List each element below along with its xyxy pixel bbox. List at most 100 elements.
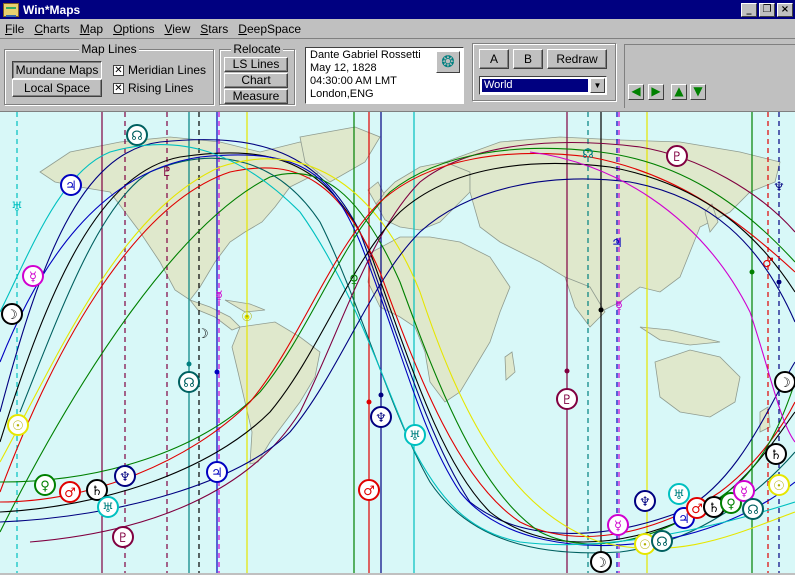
svg-text:♃: ♃ xyxy=(65,179,77,194)
rising-check-mark: ✕ xyxy=(113,82,124,94)
chart-a-button[interactable]: A xyxy=(479,49,509,69)
relocate-title: Relocate xyxy=(231,42,283,56)
menu-charts-label: harts xyxy=(43,21,70,36)
measure-button[interactable]: Measure xyxy=(224,89,288,104)
svg-text:☉: ☉ xyxy=(773,479,785,494)
meridian-lines-checkbox[interactable]: ✕ Meridian Lines xyxy=(113,63,206,77)
menu-file[interactable]: File xyxy=(0,22,29,36)
ls-lines-button[interactable]: LS Lines xyxy=(224,57,288,72)
pluto-mc-glyph: ♇ xyxy=(161,165,173,180)
svg-text:☊: ☊ xyxy=(747,503,759,518)
venus-mc-glyph: ♀ xyxy=(349,273,359,288)
menu-options-label: ptions xyxy=(122,21,155,36)
restore-button[interactable]: ❐ xyxy=(759,2,775,17)
node-marker-3[interactable]: ☊ xyxy=(742,498,764,520)
pan-down-icon[interactable]: ▼ xyxy=(690,84,706,100)
menu-bar: File Charts Map Options View Stars DeepS… xyxy=(0,19,795,38)
mundane-maps-button[interactable]: Mundane Maps xyxy=(12,61,102,79)
svg-text:♄: ♄ xyxy=(770,448,782,463)
minimize-button[interactable]: _ xyxy=(741,2,757,17)
svg-text:♂: ♂ xyxy=(691,502,703,517)
menu-view-label: iew xyxy=(172,21,191,36)
node-marker-2[interactable]: ☊ xyxy=(178,371,200,393)
svg-text:☉: ☉ xyxy=(639,538,651,553)
saturn-marker[interactable]: ♄ xyxy=(765,443,787,465)
svg-text:♇: ♇ xyxy=(671,150,683,165)
mercury-marker[interactable]: ☿ xyxy=(22,265,44,287)
svg-text:♅: ♅ xyxy=(102,501,114,516)
moon-mc-glyph: ☽ xyxy=(197,327,209,342)
menu-map[interactable]: Map xyxy=(75,22,108,36)
jupiter-marker[interactable]: ♃ xyxy=(60,174,82,196)
svg-text:☽: ☽ xyxy=(6,308,18,323)
moon-marker[interactable]: ☽ xyxy=(1,303,23,325)
venus-marker[interactable]: ♀ xyxy=(34,474,56,496)
svg-text:☽: ☽ xyxy=(595,556,607,571)
menu-stars[interactable]: Stars xyxy=(195,22,233,36)
svg-text:♂: ♂ xyxy=(363,484,375,499)
sun-marker[interactable]: ☉ xyxy=(7,414,29,436)
mars-ic-glyph: ♂ xyxy=(762,256,774,271)
chart-button[interactable]: Chart xyxy=(224,73,288,88)
svg-text:☿: ☿ xyxy=(29,270,37,285)
menu-charts[interactable]: Charts xyxy=(29,22,74,36)
neptune-marker[interactable]: ♆ xyxy=(370,406,392,428)
svg-text:♅: ♅ xyxy=(673,488,685,503)
moon-marker-2[interactable]: ☽ xyxy=(774,371,795,393)
app-icon xyxy=(3,2,19,17)
neptune-marker-3[interactable]: ♆ xyxy=(634,490,656,512)
node-marker[interactable]: ☊ xyxy=(126,124,148,146)
region-select-value: World xyxy=(482,79,588,92)
chart-b-button[interactable]: B xyxy=(513,49,543,69)
uranus-marker-2[interactable]: ♅ xyxy=(97,496,119,518)
rising-lines-checkbox[interactable]: ✕ Rising Lines xyxy=(113,81,193,95)
mercury-marker-3[interactable]: ☿ xyxy=(733,480,755,502)
mercury-ic-glyph: ☿ xyxy=(615,299,623,314)
pan-left-icon[interactable]: ◀ xyxy=(628,84,644,100)
node-marker-4[interactable]: ☊ xyxy=(651,530,673,552)
svg-text:♆: ♆ xyxy=(119,470,131,485)
mercury-mc-glyph: ☿ xyxy=(215,289,223,304)
svg-text:☊: ☊ xyxy=(183,376,195,391)
mars-marker-2[interactable]: ♂ xyxy=(59,481,81,503)
node-ic-glyph: ☊ xyxy=(582,147,594,162)
moon-marker-3[interactable]: ☽ xyxy=(590,551,612,573)
mars-marker[interactable]: ♂ xyxy=(358,479,380,501)
local-space-button[interactable]: Local Space xyxy=(12,79,102,97)
pluto-marker[interactable]: ♇ xyxy=(556,388,578,410)
menu-map-label: ap xyxy=(89,21,104,36)
chart-wheel-icon[interactable]: ❂ xyxy=(436,51,460,73)
svg-text:♂: ♂ xyxy=(64,486,76,501)
astro-map-canvas[interactable]: ☊ ♃ ☿ ☽ ☉ ☊ ♆ ♅ ♃ ♂ ♇ ♇ ☽ ♄ ☉ ♀ ♂ ♄ ♆ ♅ … xyxy=(0,112,795,573)
menu-deepspace[interactable]: DeepSpace xyxy=(233,22,306,36)
window-title: Win*Maps xyxy=(23,2,81,17)
menu-file-label: ile xyxy=(12,21,25,36)
pluto-marker-2[interactable]: ♇ xyxy=(666,145,688,167)
redraw-button[interactable]: Redraw xyxy=(547,49,607,69)
uranus-marker[interactable]: ♅ xyxy=(404,424,426,446)
indonesia xyxy=(639,326,721,346)
jupiter-marker-2[interactable]: ♃ xyxy=(206,461,228,483)
menu-options[interactable]: Options xyxy=(108,22,159,36)
neptune-marker-2[interactable]: ♆ xyxy=(114,465,136,487)
uranus-marker-3[interactable]: ♅ xyxy=(668,483,690,505)
dropdown-arrow-icon[interactable]: ▼ xyxy=(590,78,605,93)
pan-right-icon[interactable]: ▶ xyxy=(648,84,664,100)
australia xyxy=(654,349,741,418)
svg-text:♅: ♅ xyxy=(409,429,421,444)
madagascar xyxy=(504,351,516,381)
region-select[interactable]: World ▼ xyxy=(479,76,607,95)
pluto-marker-3[interactable]: ♇ xyxy=(112,526,134,548)
svg-text:♄: ♄ xyxy=(91,484,103,499)
sun-marker-2[interactable]: ☉ xyxy=(768,474,790,496)
mercury-marker-2[interactable]: ☿ xyxy=(607,514,629,536)
neptune-ic-glyph: ♆ xyxy=(773,180,785,195)
birth-time: 04:30:00 AM LMT xyxy=(310,75,397,87)
pan-up-icon[interactable]: ▲ xyxy=(671,84,687,100)
close-button[interactable]: × xyxy=(777,2,793,17)
svg-text:☊: ☊ xyxy=(656,535,668,550)
menu-view[interactable]: View xyxy=(159,22,195,36)
svg-text:☊: ☊ xyxy=(131,129,143,144)
sun-mc-glyph: ☉ xyxy=(241,310,253,325)
world-map[interactable]: ☊ ♃ ☿ ☽ ☉ ☊ ♆ ♅ ♃ ♂ ♇ ♇ ☽ ♄ ☉ ♀ ♂ ♄ ♆ ♅ … xyxy=(0,112,795,573)
